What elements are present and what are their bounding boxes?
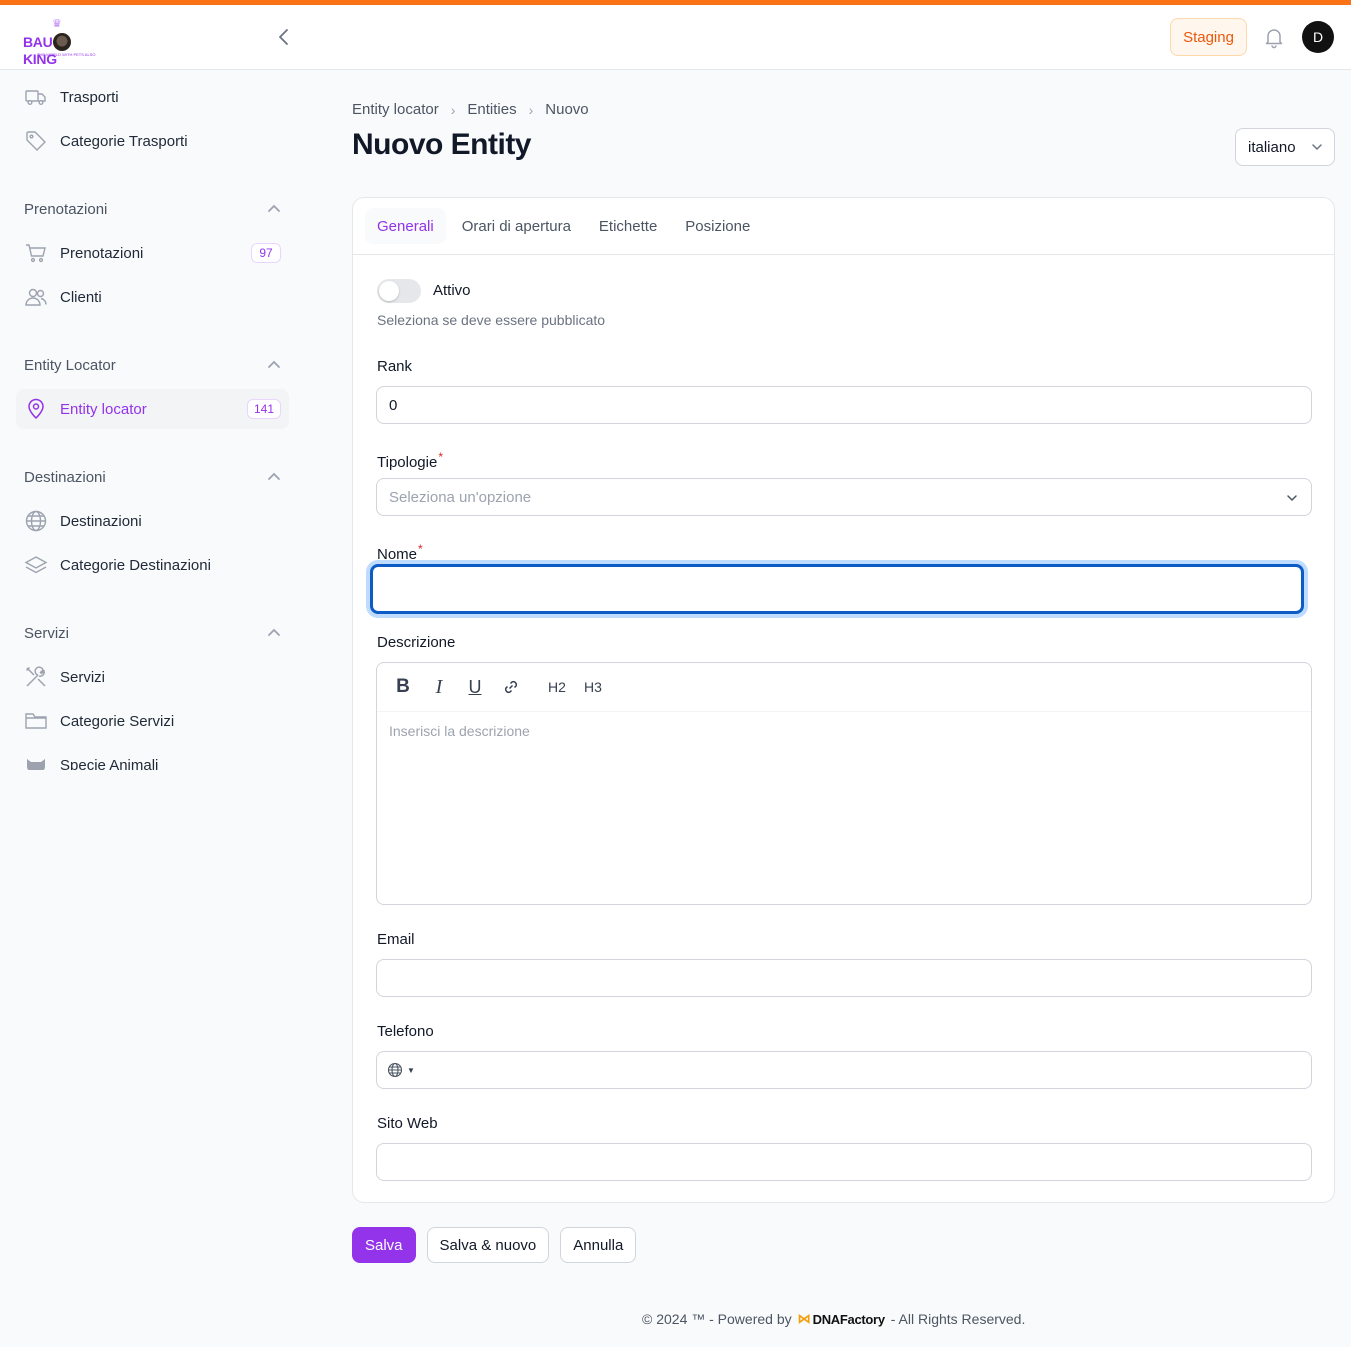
sito-web-label: Sito Web — [377, 1115, 438, 1132]
attivo-hint: Seleziona se deve essere pubblicato — [377, 312, 606, 328]
rank-label: Rank — [377, 358, 413, 375]
editor-placeholder: Inserisci la descrizione — [389, 723, 530, 739]
sito-web-input[interactable] — [376, 1143, 1312, 1181]
top-bar: ♛ BAUKING THE WORLD WITH PETS ALSO Stagi… — [0, 5, 1351, 70]
tab-generali[interactable]: Generali — [365, 208, 446, 244]
chevron-left-icon — [279, 29, 288, 45]
tab-bar: Generali Orari di apertura Etichette Pos… — [365, 208, 766, 244]
email-input[interactable] — [376, 959, 1312, 997]
tab-posizione[interactable]: Posizione — [673, 208, 762, 244]
save-and-new-button[interactable]: Salva & nuovo — [426, 1227, 550, 1263]
tipologie-label: Tipologie* — [377, 450, 443, 471]
count-badge: 97 — [251, 243, 281, 263]
italic-icon[interactable]: I — [427, 675, 451, 699]
country-code-select[interactable]: ▼ — [387, 1062, 415, 1078]
sidebar-item-categorie-destinazioni[interactable]: Categorie Destinazioni — [16, 545, 289, 585]
dog-face-icon — [53, 33, 72, 51]
animal-icon — [24, 753, 48, 770]
group-header-servizi[interactable]: Servizi — [24, 621, 281, 645]
breadcrumb-item: Nuovo — [545, 101, 589, 118]
breadcrumb: Entity locator › Entities › Nuovo — [352, 101, 589, 118]
globe-icon — [387, 1062, 403, 1078]
tools-icon — [24, 665, 48, 689]
editor-toolbar: B I U H2 H3 — [377, 663, 1311, 712]
nome-label: Nome* — [377, 542, 423, 563]
sidebar-item-prenotazioni[interactable]: Prenotazioni 97 — [16, 233, 289, 273]
email-label: Email — [377, 931, 415, 948]
folder-icon — [24, 709, 48, 733]
form-actions: Salva Salva & nuovo Annulla — [352, 1227, 647, 1263]
heading-3-icon[interactable]: H3 — [581, 675, 605, 699]
chevron-down-icon — [1287, 495, 1297, 502]
telefono-label: Telefono — [377, 1023, 434, 1040]
app-logo[interactable]: ♛ BAUKING THE WORLD WITH PETS ALSO — [23, 17, 105, 67]
user-avatar[interactable]: D — [1302, 21, 1334, 53]
cancel-button[interactable]: Annulla — [560, 1227, 637, 1263]
environment-badge[interactable]: Staging — [1170, 18, 1247, 56]
sidebar-item-trasporti[interactable]: Trasporti — [16, 77, 289, 117]
chevron-up-icon — [268, 472, 280, 480]
attivo-toggle[interactable] — [377, 279, 421, 303]
map-pin-icon — [24, 397, 48, 421]
chevron-right-icon: › — [450, 101, 456, 118]
nome-input[interactable] — [370, 564, 1304, 614]
sidebar: Trasporti Categorie Trasporti Prenotazio… — [0, 70, 305, 770]
crown-icon: ♛ — [52, 18, 62, 30]
sidebar-item-entity-locator[interactable]: Entity locator 141 — [16, 389, 289, 429]
count-badge: 141 — [246, 399, 281, 419]
group-header-destinazioni[interactable]: Destinazioni — [24, 465, 281, 489]
breadcrumb-item[interactable]: Entity locator — [352, 101, 439, 118]
sidebar-item-categorie-trasporti[interactable]: Categorie Trasporti — [16, 121, 289, 161]
tab-etichette[interactable]: Etichette — [587, 208, 669, 244]
bold-icon[interactable]: B — [391, 675, 415, 699]
descrizione-label: Descrizione — [377, 634, 456, 651]
tipologie-select[interactable]: Seleziona un'opzione — [376, 478, 1312, 516]
cart-icon — [24, 241, 48, 265]
page-title: Nuovo Entity — [352, 128, 532, 161]
sidebar-item-destinazioni[interactable]: Destinazioni — [16, 501, 289, 541]
footer: © 2024 ™ - Powered by ⋈ DNAFactory - All… — [642, 1311, 1026, 1327]
divider — [353, 254, 1334, 255]
layers-icon — [24, 553, 48, 577]
sidebar-item-specie-animali[interactable]: Specie Animali — [16, 745, 289, 770]
sidebar-item-categorie-servizi[interactable]: Categorie Servizi — [16, 701, 289, 741]
underline-icon[interactable]: U — [463, 675, 487, 699]
heading-2-icon[interactable]: H2 — [545, 675, 569, 699]
truck-icon — [24, 85, 48, 109]
chevron-up-icon — [268, 204, 280, 212]
users-icon — [24, 285, 48, 309]
sidebar-item-servizi[interactable]: Servizi — [16, 657, 289, 697]
attivo-label: Attivo — [433, 282, 471, 299]
chevron-right-icon: › — [528, 101, 534, 118]
dnafactory-logo[interactable]: ⋈ DNAFactory — [798, 1311, 885, 1327]
link-icon[interactable] — [499, 675, 523, 699]
tab-orari-di-apertura[interactable]: Orari di apertura — [450, 208, 583, 244]
chevron-up-icon — [268, 360, 280, 368]
descrizione-editor[interactable]: B I U H2 H3 Inserisci la descrizione — [376, 662, 1312, 905]
tag-icon — [24, 129, 48, 153]
dna-mark-icon: ⋈ — [797, 1311, 811, 1326]
telefono-input[interactable]: ▼ — [376, 1051, 1312, 1089]
chevron-down-icon — [1312, 144, 1322, 151]
chevron-up-icon — [268, 628, 280, 636]
notifications-bell-icon[interactable] — [1262, 25, 1286, 49]
caret-down-icon: ▼ — [407, 1065, 415, 1075]
globe-icon — [24, 509, 48, 533]
collapse-sidebar-button[interactable] — [272, 25, 296, 49]
rank-input[interactable]: 0 — [376, 386, 1312, 424]
save-button[interactable]: Salva — [352, 1227, 416, 1263]
group-header-prenotazioni[interactable]: Prenotazioni — [24, 197, 281, 221]
form-card: Generali Orari di apertura Etichette Pos… — [352, 197, 1335, 1203]
breadcrumb-item[interactable]: Entities — [467, 101, 516, 118]
language-select[interactable]: italiano — [1235, 128, 1335, 166]
group-header-entity-locator[interactable]: Entity Locator — [24, 353, 281, 377]
sidebar-item-clienti[interactable]: Clienti — [16, 277, 289, 317]
